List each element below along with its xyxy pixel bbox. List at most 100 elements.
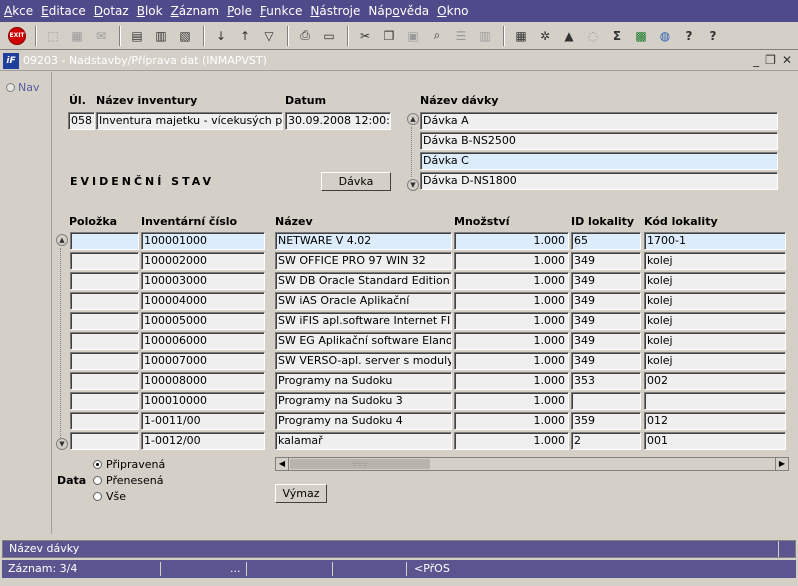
item-cell[interactable]: [70, 332, 139, 350]
export-icon[interactable]: ▦: [510, 25, 532, 47]
help-hint-icon[interactable]: ?: [678, 25, 700, 47]
key-cancel-icon[interactable]: ▧: [174, 25, 196, 47]
name-cell[interactable]: SW EG Aplikační software Elanor Gl: [275, 332, 452, 350]
location-id-cell[interactable]: 349: [571, 352, 641, 370]
name-cell[interactable]: NETWARE V 4.02: [275, 232, 452, 250]
copy-icon[interactable]: ❐: [378, 25, 400, 47]
location-code-cell[interactable]: [644, 392, 786, 410]
batch-name-field[interactable]: Dávka C: [420, 152, 778, 170]
scroll-down-icon[interactable]: ▼: [56, 438, 68, 450]
location-id-cell[interactable]: 65: [571, 232, 641, 250]
item-cell[interactable]: [70, 252, 139, 270]
quantity-cell[interactable]: 1.000: [454, 432, 569, 450]
globe-icon[interactable]: ◍: [654, 25, 676, 47]
item-cell[interactable]: [70, 292, 139, 310]
item-cell[interactable]: [70, 392, 139, 410]
quantity-cell[interactable]: 1.000: [454, 272, 569, 290]
nav-item[interactable]: Nav: [6, 81, 39, 94]
location-code-cell[interactable]: kolej: [644, 252, 786, 270]
location-id-cell[interactable]: 349: [571, 252, 641, 270]
location-code-cell[interactable]: 001: [644, 432, 786, 450]
batch-name-field[interactable]: Dávka B-NS2500: [420, 132, 778, 150]
item-cell[interactable]: [70, 372, 139, 390]
location-code-cell[interactable]: kolej: [644, 312, 786, 330]
menu-akce[interactable]: Akce: [4, 4, 33, 18]
scroll-track[interactable]: [60, 248, 63, 438]
inventory-number-cell[interactable]: 100008000: [141, 372, 265, 390]
location-code-cell[interactable]: 1700-1: [644, 232, 786, 250]
quantity-cell[interactable]: 1.000: [454, 332, 569, 350]
open-form-icon[interactable]: ⬚: [42, 25, 64, 47]
item-cell[interactable]: [70, 432, 139, 450]
menu-pole[interactable]: Pole: [227, 4, 252, 18]
location-code-cell[interactable]: kolej: [644, 352, 786, 370]
inventory-number-cell[interactable]: 1-0012/00: [141, 432, 265, 450]
scroll-up-icon[interactable]: ▲: [56, 234, 68, 246]
menu-funkce[interactable]: Funkce: [260, 4, 302, 18]
mail-icon[interactable]: ✉: [90, 25, 112, 47]
key-execute-icon[interactable]: ▥: [150, 25, 172, 47]
ul-field[interactable]: 058: [68, 112, 95, 130]
inventory-number-cell[interactable]: 100010000: [141, 392, 265, 410]
location-code-cell[interactable]: kolej: [644, 272, 786, 290]
name-cell[interactable]: SW DB Oracle Standard Edition One: [275, 272, 452, 290]
columns-icon[interactable]: ▥: [474, 25, 496, 47]
radio-icon[interactable]: [93, 460, 102, 469]
print-icon[interactable]: ⎙: [294, 25, 316, 47]
name-cell[interactable]: SW iFIS apl.software Internet FIS: [275, 312, 452, 330]
clear-icon[interactable]: ◌: [582, 25, 604, 47]
key-enter-icon[interactable]: ▤: [126, 25, 148, 47]
menu-dotaz[interactable]: Dotaz: [94, 4, 129, 18]
inventory-number-cell[interactable]: 100006000: [141, 332, 265, 350]
scroll-left-icon[interactable]: ◀: [276, 458, 289, 470]
menu-okno[interactable]: Okno: [437, 4, 468, 18]
restore-icon[interactable]: ❐: [765, 53, 776, 67]
location-id-cell[interactable]: 349: [571, 312, 641, 330]
quantity-cell[interactable]: 1.000: [454, 232, 569, 250]
inventory-number-cell[interactable]: 100007000: [141, 352, 265, 370]
name-cell[interactable]: SW VERSO-apl. server s moduly OE: [275, 352, 452, 370]
menu-editace[interactable]: Editace: [41, 4, 86, 18]
list-icon[interactable]: ☰: [450, 25, 472, 47]
table-horizontal-scrollbar[interactable]: ◀ ·:·:·:· ▶: [275, 457, 789, 471]
item-cell[interactable]: [70, 312, 139, 330]
close-icon[interactable]: ✕: [782, 53, 792, 67]
location-code-cell[interactable]: 002: [644, 372, 786, 390]
minimize-icon[interactable]: _: [753, 53, 759, 67]
location-code-cell[interactable]: kolej: [644, 332, 786, 350]
inventory-number-cell[interactable]: 100002000: [141, 252, 265, 270]
inventory-number-cell[interactable]: 100001000: [141, 232, 265, 250]
menu-nápověda[interactable]: Nápověda: [368, 4, 429, 18]
filter-icon[interactable]: ▽: [258, 25, 280, 47]
date-field[interactable]: 30.09.2008 12:00:00: [285, 112, 391, 130]
name-cell[interactable]: kalamař: [275, 432, 452, 450]
print-form-icon[interactable]: ▦: [66, 25, 88, 47]
data-filter-option[interactable]: Přenesená: [93, 474, 163, 487]
sum-icon[interactable]: Σ: [606, 25, 628, 47]
scroll-down-icon[interactable]: ▼: [407, 179, 419, 191]
data-filter-option[interactable]: Připravená: [93, 458, 165, 471]
menu-záznam[interactable]: Záznam: [171, 4, 220, 18]
batch-name-field[interactable]: Dávka A: [420, 112, 778, 130]
location-id-cell[interactable]: 349: [571, 292, 641, 310]
menu-nástroje[interactable]: Nástroje: [310, 4, 360, 18]
inventory-number-cell[interactable]: 100004000: [141, 292, 265, 310]
quantity-cell[interactable]: 1.000: [454, 412, 569, 430]
quantity-cell[interactable]: 1.000: [454, 392, 569, 410]
location-id-cell[interactable]: 349: [571, 272, 641, 290]
item-cell[interactable]: [70, 272, 139, 290]
location-id-cell[interactable]: 359: [571, 412, 641, 430]
inventory-number-cell[interactable]: 1-0011/00: [141, 412, 265, 430]
name-cell[interactable]: SW iAS Oracle Aplikační: [275, 292, 452, 310]
table-scrollbar[interactable]: ▲ ▼: [56, 234, 68, 452]
quantity-cell[interactable]: 1.000: [454, 312, 569, 330]
sort-desc-icon[interactable]: ↑: [234, 25, 256, 47]
batch-button[interactable]: Dávka: [321, 172, 391, 191]
sort-asc-icon[interactable]: ↓: [210, 25, 232, 47]
location-code-cell[interactable]: 012: [644, 412, 786, 430]
item-cell[interactable]: [70, 412, 139, 430]
paste-icon[interactable]: ▣: [402, 25, 424, 47]
item-cell[interactable]: [70, 352, 139, 370]
batch-name-field[interactable]: Dávka D-NS1800: [420, 172, 778, 190]
radio-icon[interactable]: [93, 492, 102, 501]
